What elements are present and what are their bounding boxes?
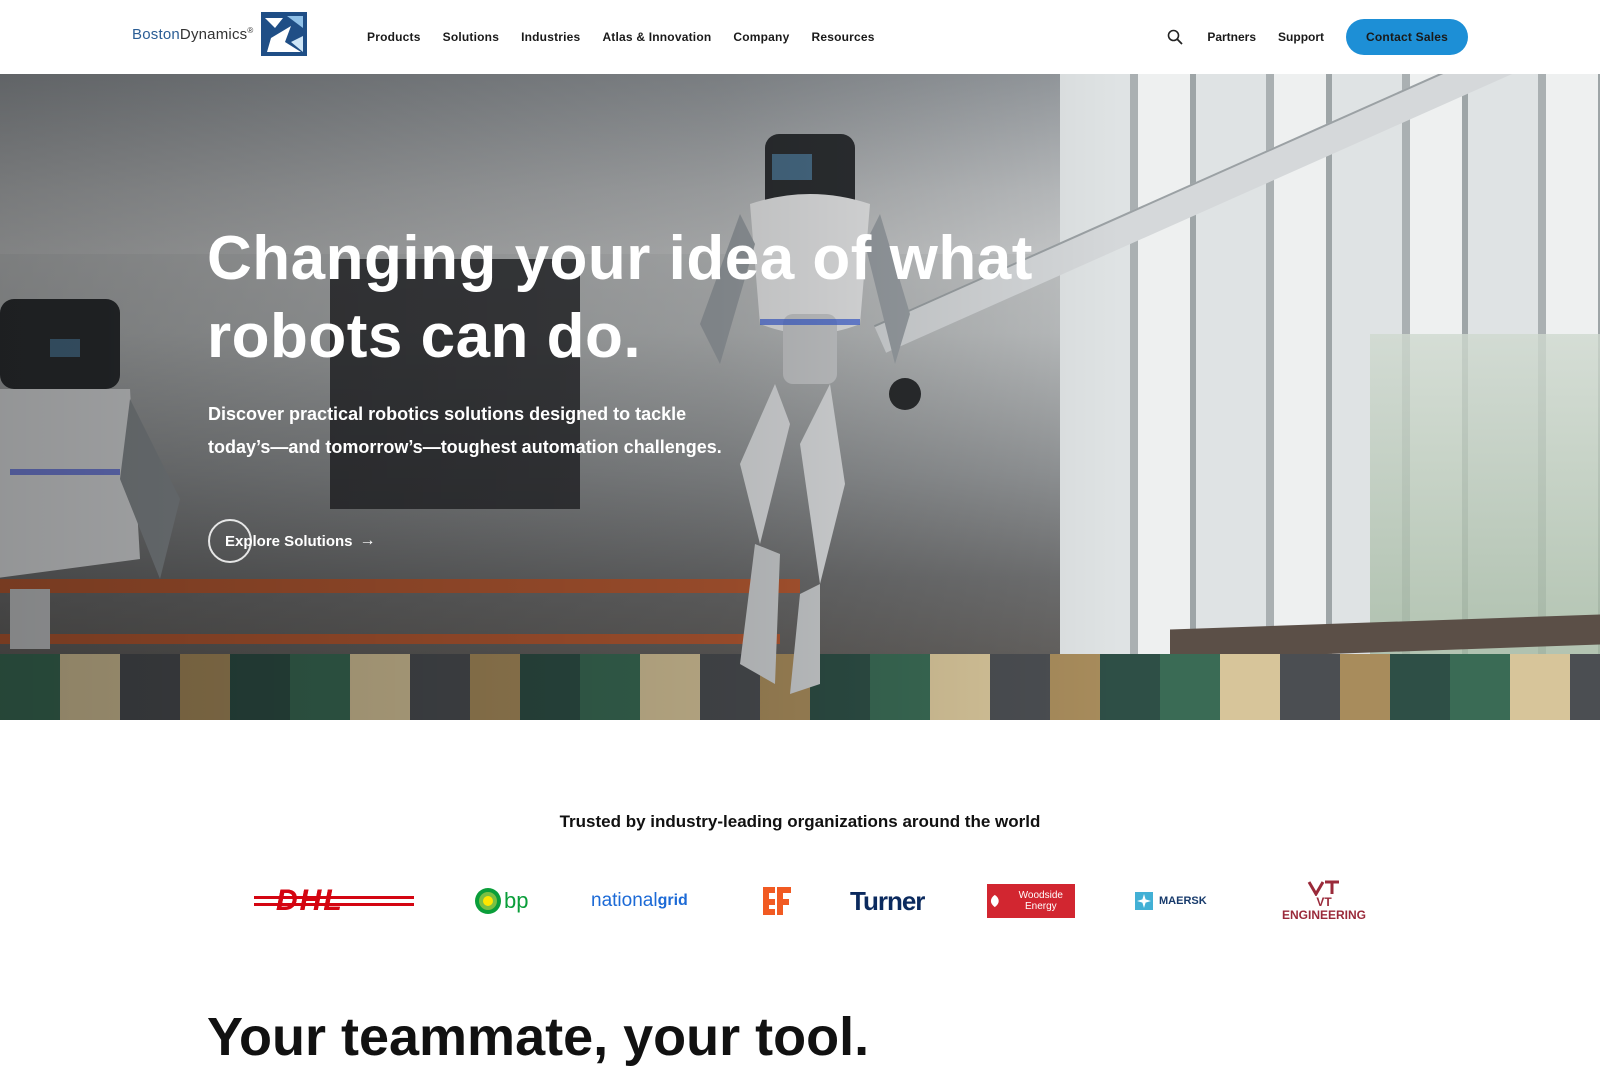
boston-dynamics-logo[interactable]: BostonDynamics®	[132, 12, 308, 56]
hero-subtext: Discover practical robotics solutions de…	[208, 404, 722, 457]
woodside-badge: Woodside Energy	[987, 884, 1075, 918]
explore-solutions-label: Explore Solutions	[225, 532, 353, 550]
section-title: Your teammate, your tool.	[207, 1007, 870, 1067]
woodside-logo-text: Woodside Energy	[1018, 890, 1063, 912]
partners-link[interactable]: Partners	[1207, 30, 1256, 44]
hero-headline: Changing your idea of what robots can do…	[207, 224, 1033, 371]
bp-logo-text: bp	[504, 888, 529, 913]
nav-atlas-innovation[interactable]: Atlas & Innovation	[602, 30, 711, 44]
logo-text-dynamics: Dynamics	[179, 25, 248, 43]
gf-logo	[759, 876, 795, 926]
woodside-energy-logo: Woodside Energy	[987, 876, 1075, 926]
maersk-logo-text: MAERSK	[1159, 895, 1207, 907]
vt-engineering-logo: VT ENGINEERING	[1282, 876, 1366, 926]
trusted-by-heading: Trusted by industry-leading organization…	[559, 812, 1041, 831]
contact-sales-button[interactable]: Contact Sales	[1346, 19, 1468, 55]
nav-company[interactable]: Company	[733, 30, 789, 44]
client-logos-row: DHL bp national grid Turner Woodside Ener…	[254, 876, 1366, 926]
logo-registered-mark: ®	[247, 25, 254, 35]
logo-text-boston: Boston	[132, 25, 180, 43]
top-navigation-bar: BostonDynamics® Products Solutions Indus…	[0, 0, 1600, 74]
search-icon[interactable]	[1165, 27, 1185, 47]
national-grid-logo: national grid	[591, 876, 688, 926]
turner-logo-text: Turner	[850, 885, 925, 916]
nav-resources[interactable]: Resources	[811, 30, 874, 44]
national-grid-logo-text-light: national	[591, 890, 658, 911]
header-actions: Partners Support Contact Sales	[1165, 19, 1468, 55]
dhl-logo: DHL	[254, 876, 414, 926]
hero-gradient-overlay	[0, 74, 1600, 720]
gf-logo-icon	[763, 887, 791, 915]
vt-monogram-icon	[1307, 880, 1339, 896]
maersk-logo: MAERSK	[1135, 876, 1207, 926]
maersk-star-icon	[1135, 892, 1153, 910]
turner-logo: Turner	[850, 876, 925, 926]
national-grid-logo-text-bold: grid	[657, 892, 688, 909]
arrow-right-icon: →	[359, 532, 376, 549]
dhl-logo-text: DHL	[276, 884, 344, 917]
explore-solutions-button[interactable]: Explore Solutions →	[208, 518, 376, 564]
support-link[interactable]: Support	[1278, 30, 1324, 44]
bp-logo: bp	[474, 876, 528, 926]
hero-section: Changing your idea of what robots can do…	[0, 74, 1600, 720]
nav-solutions[interactable]: Solutions	[443, 30, 499, 44]
bp-helios-icon	[475, 888, 501, 914]
vt-engineering-logo-text: VT ENGINEERING	[1282, 895, 1367, 922]
woodside-leaf-icon	[990, 894, 999, 908]
nav-products[interactable]: Products	[367, 30, 421, 44]
main-nav: Products Solutions Industries Atlas & In…	[367, 30, 875, 44]
nav-industries[interactable]: Industries	[521, 30, 580, 44]
logo-mark-icon	[261, 12, 308, 56]
logo-wordmark: BostonDynamics®	[132, 26, 253, 43]
